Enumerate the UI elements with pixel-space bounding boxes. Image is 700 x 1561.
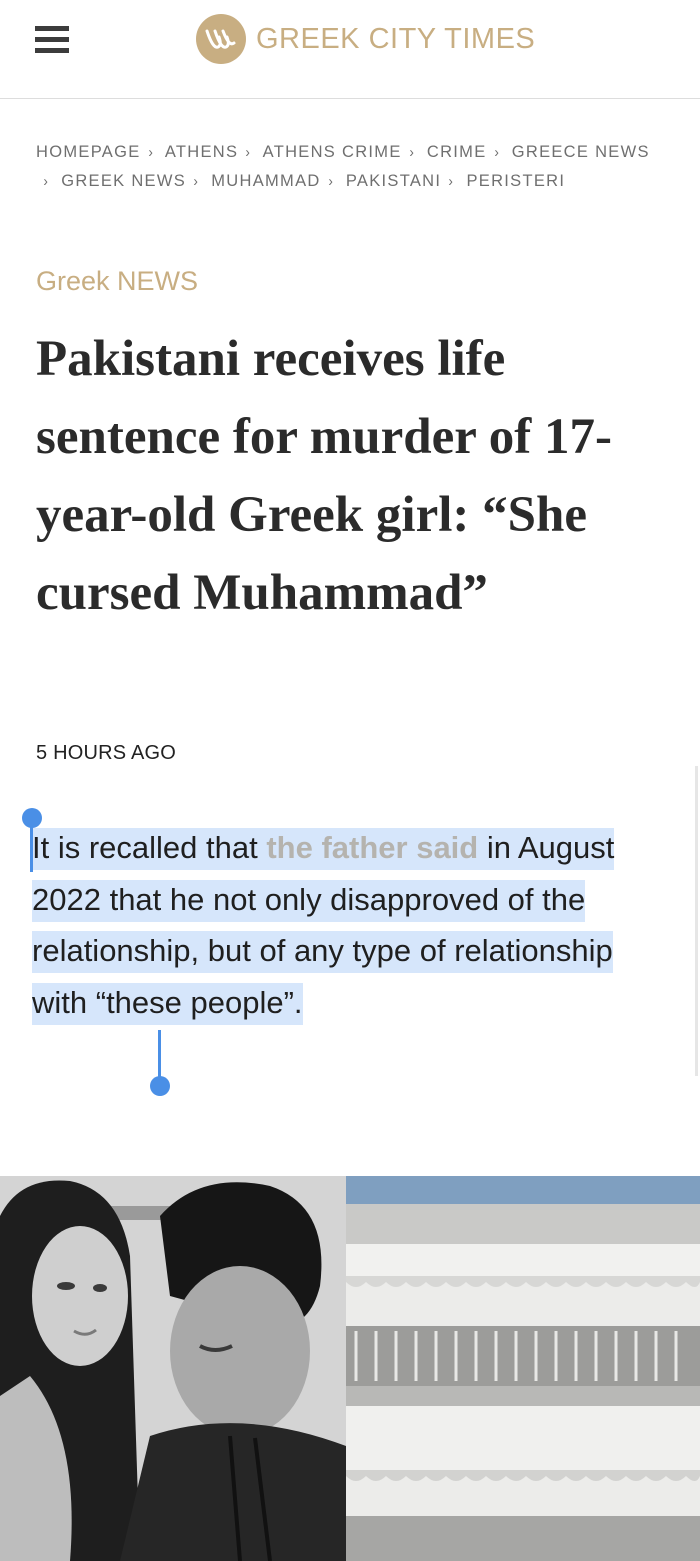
paragraph-text-start: It is recalled that	[32, 830, 267, 865]
site-header: GREEK CITY TIMES	[0, 0, 700, 99]
chevron-right-icon: ›	[408, 144, 415, 161]
menu-bar	[35, 26, 69, 31]
selection-start-handle[interactable]	[30, 820, 33, 872]
breadcrumb-item-pakistani[interactable]: PAKISTANI	[346, 172, 441, 190]
breadcrumb: HOMEPAGE › ATHENS › ATHENS CRIME › CRIME › G…	[36, 138, 666, 196]
chevron-right-icon: ›	[147, 144, 154, 161]
building-photo[interactable]	[346, 1176, 700, 1561]
site-logo[interactable]: GREEK CITY TIMES	[196, 14, 535, 64]
chevron-right-icon: ›	[245, 144, 252, 161]
couple-photo-art	[0, 1176, 346, 1561]
selection-end-knob[interactable]	[150, 1076, 170, 1096]
building-photo-art	[346, 1176, 700, 1561]
breadcrumb-item-peristeri[interactable]: PERISTERI	[466, 172, 565, 190]
site-name: GREEK CITY TIMES	[256, 22, 536, 55]
menu-bar	[35, 37, 69, 42]
breadcrumb-item-athens-crime[interactable]: ATHENS CRIME	[263, 143, 402, 161]
greek-city-times-logo-icon	[196, 14, 246, 64]
breadcrumb-item-athens[interactable]: ATHENS	[165, 143, 239, 161]
article-headline: Pakistani receives life sentence for mur…	[36, 331, 612, 621]
selection-end-handle[interactable]	[158, 1030, 161, 1080]
article-category[interactable]: Greek NEWS	[36, 266, 198, 297]
selected-text: It is recalled that the father said in A…	[32, 828, 615, 1025]
father-said-link[interactable]: the father said	[266, 830, 478, 865]
breadcrumb-item-crime[interactable]: CRIME	[427, 143, 487, 161]
chevron-right-icon: ›	[493, 144, 500, 161]
article-paragraph[interactable]: It is recalled that the father said in A…	[32, 822, 660, 1028]
breadcrumb-item-greek-news[interactable]: GREEK NEWS	[61, 172, 186, 190]
chevron-right-icon: ›	[43, 173, 49, 190]
breadcrumb-item-greece-news[interactable]: GREECE NEWS	[512, 143, 650, 161]
breadcrumb-item-muhammad[interactable]: MUHAMMAD	[211, 172, 320, 190]
article-timestamp: 5 HOURS AGO	[36, 742, 177, 764]
chevron-right-icon: ›	[327, 173, 334, 190]
menu-bar	[35, 48, 69, 53]
chevron-right-icon: ›	[193, 173, 200, 190]
hamburger-menu-icon[interactable]	[35, 24, 69, 56]
couple-photo[interactable]	[0, 1176, 346, 1561]
page-scrollbar[interactable]	[695, 766, 698, 1076]
chevron-right-icon: ›	[448, 173, 455, 190]
breadcrumb-item-homepage[interactable]: HOMEPAGE	[36, 143, 141, 161]
